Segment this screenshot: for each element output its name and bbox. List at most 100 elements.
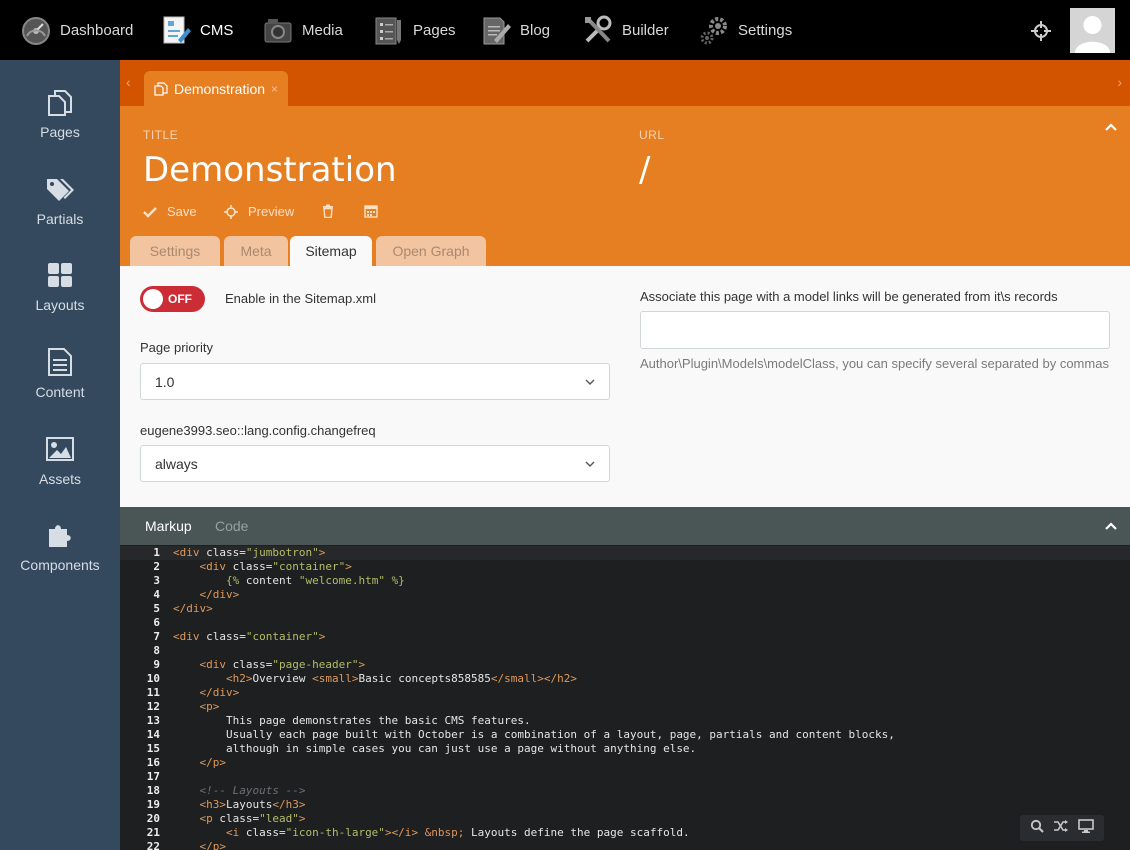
model-class-input[interactable]: [640, 311, 1110, 349]
tab-sitemap[interactable]: Sitemap: [290, 236, 372, 266]
calendar-button[interactable]: [364, 204, 388, 218]
line-number: 19: [146, 798, 160, 811]
dashboard-icon: [20, 14, 52, 46]
chevron-right-icon[interactable]: ›: [1117, 74, 1122, 90]
sidebar-item-label: Components: [20, 557, 100, 573]
sidebar-item-components[interactable]: Components: [0, 519, 120, 599]
code-line[interactable]: 4 </div>: [120, 588, 1130, 602]
code-text[interactable]: <h2>Overview <small>Basic concepts858585…: [173, 672, 577, 686]
preview-button[interactable]: Preview: [224, 204, 294, 219]
page-header-form: TITLE Demonstration URL / Save Preview S…: [120, 106, 1130, 266]
code-text[interactable]: </div>: [173, 686, 240, 700]
editor-toolbar: [1020, 815, 1104, 841]
code-editor[interactable]: 1 <div class="jumbotron"> 2 <div class="co…: [120, 545, 1130, 850]
code-text[interactable]: </div>: [173, 588, 240, 602]
sitemap-toggle[interactable]: OFF: [140, 286, 205, 312]
sidebar-item-label: Assets: [38, 471, 81, 487]
sidebar-item-partials[interactable]: Partials: [0, 173, 120, 253]
code-text[interactable]: <!-- Layouts -->: [173, 784, 305, 798]
code-line[interactable]: 17: [120, 770, 1130, 784]
code-text[interactable]: <div class="container">: [173, 560, 352, 574]
code-text[interactable]: <div class="page-header">: [173, 658, 366, 672]
close-icon[interactable]: ×: [271, 82, 278, 96]
delete-button[interactable]: [322, 204, 344, 218]
code-line[interactable]: 15 although in simple cases you can just…: [120, 742, 1130, 756]
code-line[interactable]: 6: [120, 616, 1130, 630]
code-line[interactable]: 13 This page demonstrates the basic CMS …: [120, 714, 1130, 728]
code-text[interactable]: <p class="lead">: [173, 812, 306, 826]
sidebar-item-content[interactable]: Content: [0, 346, 120, 426]
line-number: 7: [153, 630, 160, 643]
search-icon[interactable]: [1030, 819, 1045, 838]
calendar-icon: [364, 205, 378, 218]
code-line[interactable]: 10 <h2>Overview <small>Basic concepts858…: [120, 672, 1130, 686]
tab-settings[interactable]: Settings: [130, 236, 220, 266]
code-text[interactable]: <h3>Layouts</h3>: [173, 798, 306, 812]
code-line[interactable]: 12 <p>: [120, 700, 1130, 714]
code-text[interactable]: <div class="container">: [173, 630, 325, 644]
line-number: 2: [153, 560, 160, 573]
line-number: 22: [146, 840, 160, 850]
nav-item-dashboard[interactable]: Dashboard: [20, 0, 133, 60]
code-line[interactable]: 9 <div class="page-header">: [120, 658, 1130, 672]
line-number: 6: [153, 616, 160, 629]
code-text[interactable]: <div class="jumbotron">: [173, 546, 325, 560]
crosshair-icon[interactable]: [1030, 20, 1052, 42]
code-text[interactable]: </p>: [173, 840, 227, 850]
priority-select[interactable]: 1.0: [140, 363, 610, 400]
code-line[interactable]: 2 <div class="container">: [120, 560, 1130, 574]
code-text[interactable]: </p>: [173, 756, 227, 770]
sidebar-item-layouts[interactable]: Layouts: [0, 259, 120, 339]
code-line[interactable]: 1 <div class="jumbotron">: [120, 546, 1130, 560]
code-text[interactable]: </div>: [173, 602, 213, 616]
code-line[interactable]: 18 <!-- Layouts -->: [120, 784, 1130, 798]
code-line[interactable]: 3 {% content "welcome.htm" %}: [120, 574, 1130, 588]
url-field[interactable]: /: [639, 150, 650, 190]
nav-item-media[interactable]: Media: [262, 0, 343, 60]
sidebar-item-assets[interactable]: Assets: [0, 433, 120, 513]
code-line[interactable]: 5 </div>: [120, 602, 1130, 616]
media-icon: [262, 14, 294, 46]
collapse-icon[interactable]: [1104, 120, 1118, 134]
code-line[interactable]: 20 <p class="lead">: [120, 812, 1130, 826]
avatar[interactable]: [1070, 8, 1115, 53]
line-number: 17: [146, 770, 160, 783]
tab-meta[interactable]: Meta: [224, 236, 288, 266]
enable-sitemap-label: Enable in the Sitemap.xml: [225, 291, 377, 306]
save-button[interactable]: Save: [143, 204, 197, 219]
nav-item-builder[interactable]: Builder: [582, 0, 669, 60]
sidebar-item-pages[interactable]: Pages: [0, 86, 120, 166]
tab-demonstration[interactable]: Demonstration ×: [144, 71, 288, 106]
tab-markup[interactable]: Markup: [145, 518, 192, 534]
code-text[interactable]: <p>: [173, 700, 220, 714]
line-number: 20: [146, 812, 160, 825]
code-text[interactable]: Usually each page built with October is …: [173, 728, 895, 742]
pages-checklist-icon: [373, 14, 405, 46]
code-line[interactable]: 22 </p>: [120, 840, 1130, 850]
code-line[interactable]: 8: [120, 644, 1130, 658]
code-line[interactable]: 19 <h3>Layouts</h3>: [120, 798, 1130, 812]
code-text[interactable]: This page demonstrates the basic CMS fea…: [173, 714, 531, 728]
collapse-icon[interactable]: [1104, 519, 1118, 533]
nav-item-blog[interactable]: Blog: [480, 0, 550, 60]
code-line[interactable]: 7 <div class="container">: [120, 630, 1130, 644]
code-line[interactable]: 11 </div>: [120, 686, 1130, 700]
tab-code[interactable]: Code: [215, 518, 248, 534]
line-number: 15: [146, 742, 160, 755]
nav-item-cms[interactable]: CMS: [160, 0, 233, 60]
tab-open-graph[interactable]: Open Graph: [376, 236, 486, 266]
chevron-left-icon[interactable]: ‹: [126, 74, 131, 90]
code-text[interactable]: <i class="icon-th-large"></i> &nbsp; Lay…: [173, 826, 690, 840]
shuffle-icon[interactable]: [1053, 819, 1069, 838]
code-line[interactable]: 14 Usually each page built with October …: [120, 728, 1130, 742]
assets-icon: [45, 433, 75, 465]
nav-item-pages[interactable]: Pages: [373, 0, 456, 60]
code-line[interactable]: 21 <i class="icon-th-large"></i> &nbsp; …: [120, 826, 1130, 840]
code-text[interactable]: although in simple cases you can just us…: [173, 742, 696, 756]
code-line[interactable]: 16 </p>: [120, 756, 1130, 770]
title-field[interactable]: Demonstration: [143, 150, 397, 190]
nav-item-settings[interactable]: Settings: [698, 0, 792, 60]
changefreq-select[interactable]: always: [140, 445, 610, 482]
fullscreen-monitor-icon[interactable]: [1077, 818, 1094, 838]
code-text[interactable]: {% content "welcome.htm" %}: [173, 574, 405, 588]
